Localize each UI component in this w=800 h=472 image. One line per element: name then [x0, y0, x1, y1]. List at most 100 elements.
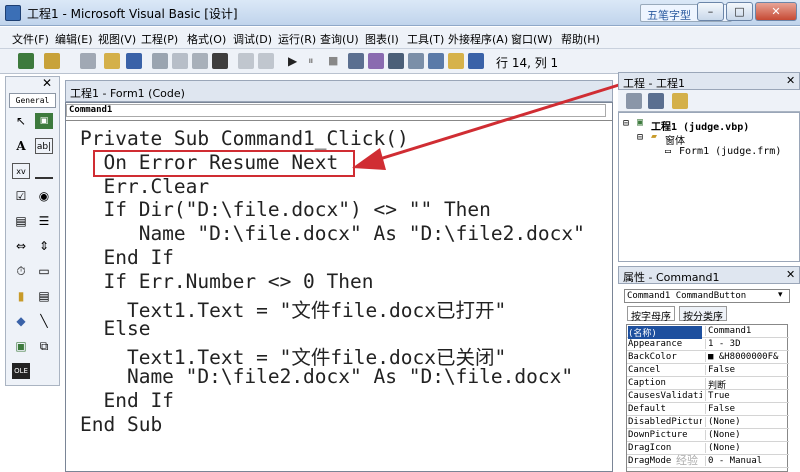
project-close-icon[interactable]: ✕: [786, 74, 795, 87]
open-project-icon[interactable]: [104, 53, 120, 69]
menu-run[interactable]: 运行(R): [278, 31, 316, 47]
close-button[interactable]: ✕: [755, 2, 797, 21]
timer-icon[interactable]: ⏱: [12, 263, 30, 279]
end-icon[interactable]: ■: [328, 53, 344, 69]
checkbox-icon[interactable]: ☑: [12, 188, 30, 204]
tree-expander-icon[interactable]: ⊟: [623, 118, 629, 129]
menu-view[interactable]: 视图(V): [98, 31, 136, 47]
shape-icon[interactable]: ◆: [12, 313, 30, 329]
tree-item-form1[interactable]: Form1 (judge.frm): [679, 146, 781, 157]
menu-editor-icon[interactable]: [80, 53, 96, 69]
cut-icon[interactable]: [152, 53, 168, 69]
view-code-icon[interactable]: [626, 93, 642, 109]
property-row[interactable]: Appearance 1 - 3D: [627, 338, 789, 351]
menu-format[interactable]: 格式(O): [187, 31, 226, 47]
data-icon[interactable]: ⧉: [35, 338, 53, 354]
dirlistbox-icon[interactable]: ▮: [12, 288, 30, 304]
menu-addins[interactable]: 外接程序(A): [448, 31, 508, 47]
tree-item-forms-folder[interactable]: 窗体: [665, 132, 685, 147]
tree-expander-icon[interactable]: ⊟: [637, 132, 643, 143]
code-line: If Dir("D:\file.docx") <> "" Then: [80, 198, 491, 221]
properties-close-icon[interactable]: ✕: [786, 268, 795, 281]
filelistbox-icon[interactable]: ▤: [35, 288, 53, 304]
view-object-icon[interactable]: [648, 93, 664, 109]
code-line: If Err.Number <> 0 Then: [80, 270, 374, 293]
toolbox-close-icon[interactable]: ✕: [42, 76, 52, 90]
line-icon[interactable]: ╲: [35, 313, 53, 329]
property-row[interactable]: Cancel False: [627, 364, 789, 377]
annotation-arrow: [352, 78, 636, 170]
vb-app-icon: [5, 5, 21, 21]
property-row[interactable]: DragMode 0 - Manual: [627, 455, 789, 468]
property-row[interactable]: Default False: [627, 403, 789, 416]
combobox-icon[interactable]: ▤: [12, 213, 30, 229]
property-row[interactable]: DownPicture (None): [627, 429, 789, 442]
menu-diagram[interactable]: 图表(I): [365, 31, 399, 47]
pointer-icon[interactable]: ↖: [12, 113, 30, 129]
watermark: 经验: [676, 454, 698, 467]
code-line: End If: [80, 246, 174, 269]
tree-item-project[interactable]: 工程1 (judge.vbp): [651, 118, 749, 133]
start-icon[interactable]: ▶: [288, 53, 304, 69]
save-project-icon[interactable]: [126, 53, 142, 69]
tab-categorized[interactable]: 按分类序: [679, 306, 727, 323]
property-row[interactable]: BackColor ■ &H8000000F&: [627, 351, 789, 364]
menu-project[interactable]: 工程(P): [141, 31, 178, 47]
tab-alphabetic[interactable]: 按字母序: [627, 306, 675, 323]
project-explorer-icon[interactable]: [348, 53, 364, 69]
hscrollbar-icon[interactable]: ⇔: [12, 238, 30, 254]
textbox-icon[interactable]: ab|: [35, 138, 53, 154]
data-view-icon[interactable]: [448, 53, 464, 69]
chevron-down-icon[interactable]: ▾: [778, 290, 783, 300]
toolbox-general-tab[interactable]: General: [9, 93, 56, 108]
toggle-folders-icon[interactable]: [672, 93, 688, 109]
code-line: Err.Clear: [80, 175, 210, 198]
ole-icon[interactable]: OLE: [12, 363, 30, 379]
code-line: Else: [80, 317, 151, 340]
object-browser-icon[interactable]: [408, 53, 424, 69]
label-icon[interactable]: A: [12, 138, 30, 154]
picturebox-icon[interactable]: ▣: [35, 113, 53, 129]
property-row[interactable]: DisabledPicture (None): [627, 416, 789, 429]
toolbox-icon[interactable]: [428, 53, 444, 69]
paste-icon[interactable]: [192, 53, 208, 69]
form-layout-icon[interactable]: [388, 53, 404, 69]
redo-icon[interactable]: [258, 53, 274, 69]
properties-grid: (名称) Command1 Appearance 1 - 3D BackColor ■…: [626, 324, 789, 472]
menu-debug[interactable]: 调试(D): [233, 31, 272, 47]
copy-icon[interactable]: [172, 53, 188, 69]
menu-help[interactable]: 帮助(H): [561, 31, 600, 47]
break-icon[interactable]: ⏸: [308, 53, 324, 69]
listbox-icon[interactable]: ☰: [35, 213, 53, 229]
menu-window[interactable]: 窗口(W): [511, 31, 552, 47]
folder-icon: ▰: [651, 131, 658, 142]
menu-edit[interactable]: 编辑(E): [55, 31, 93, 47]
frame-icon[interactable]: xv: [12, 163, 30, 179]
menu-file[interactable]: 文件(F): [12, 31, 49, 47]
add-project-icon[interactable]: [18, 53, 34, 69]
maximize-button[interactable]: □: [726, 2, 753, 21]
property-row[interactable]: Caption 判断: [627, 377, 789, 391]
find-icon[interactable]: [212, 53, 228, 69]
project-tree: ⊟ ▣ 工程1 (judge.vbp) ⊟ ▰ 窗体 ▭ Form1 (judg…: [618, 112, 800, 262]
project-window-title: 工程 - 工程1: [618, 72, 800, 90]
property-row[interactable]: CausesValidationTrue: [627, 390, 789, 403]
code-line: Name "D:\file2.docx" As "D:\file.docx": [80, 365, 574, 388]
minimize-button[interactable]: –: [697, 2, 724, 21]
drivelistbox-icon[interactable]: ▭: [35, 263, 53, 279]
menu-tools[interactable]: 工具(T): [407, 31, 444, 47]
undo-icon[interactable]: [238, 53, 254, 69]
property-row[interactable]: DragIcon (None): [627, 442, 789, 455]
commandbutton-icon[interactable]: [35, 163, 53, 179]
properties-object-dropdown[interactable]: Command1 CommandButton: [624, 289, 790, 303]
component-manager-icon[interactable]: [468, 53, 484, 69]
optionbutton-icon[interactable]: ◉: [35, 188, 53, 204]
add-form-icon[interactable]: [44, 53, 60, 69]
image-icon[interactable]: ▣: [12, 338, 30, 354]
form-icon: ▭: [665, 146, 672, 157]
property-row[interactable]: (名称) Command1: [627, 325, 789, 339]
menu-query[interactable]: 查询(U): [320, 31, 359, 47]
vscrollbar-icon[interactable]: ⇕: [35, 238, 53, 254]
properties-window-icon[interactable]: [368, 53, 384, 69]
code-line: End Sub: [80, 413, 163, 436]
